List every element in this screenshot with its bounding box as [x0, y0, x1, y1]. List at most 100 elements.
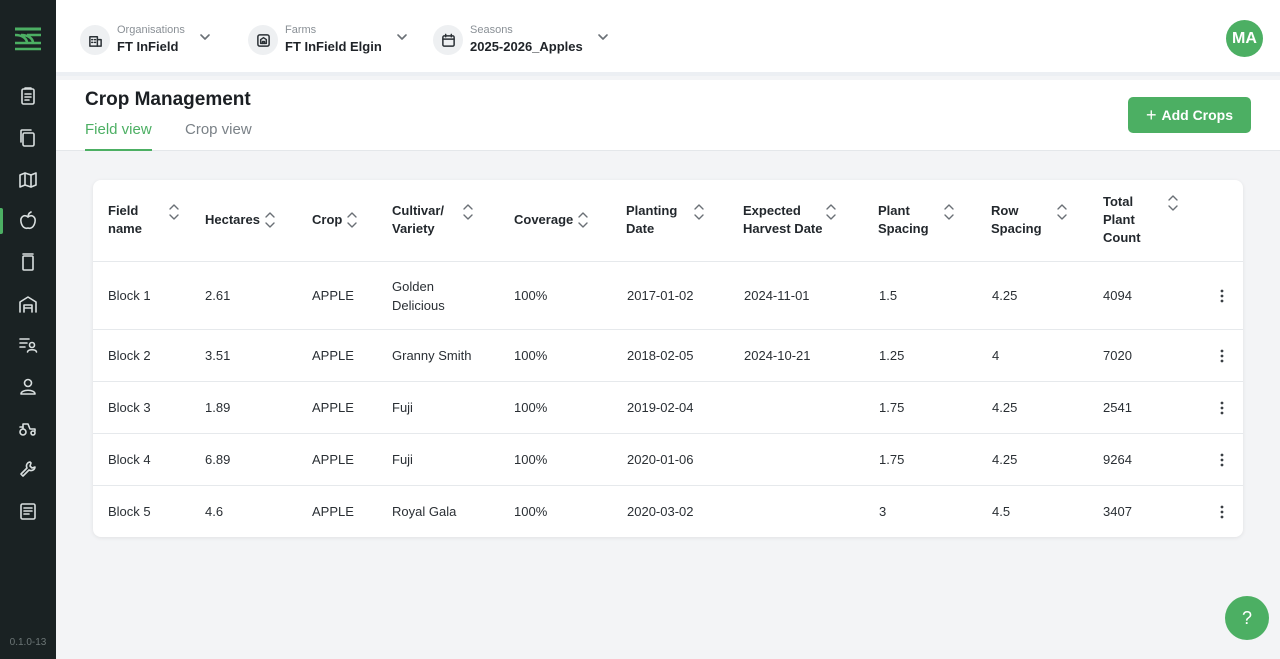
cell-hectares: 6.89	[205, 452, 231, 467]
cell-planting-date: 2019-02-04	[627, 400, 694, 415]
cell-plant-count: 7020	[1103, 348, 1132, 363]
nav-records[interactable]	[0, 121, 56, 155]
cell-plant-spacing: 1.75	[879, 400, 905, 415]
column-header-planting-date[interactable]: Planting Date	[626, 202, 705, 238]
farm-label: Farms	[285, 24, 317, 36]
report-icon	[20, 503, 36, 520]
tab-crop-view[interactable]: Crop view	[185, 121, 252, 151]
sort-icon	[943, 203, 955, 221]
chevron-down-icon	[396, 30, 408, 42]
sort-icon	[264, 211, 276, 229]
building-icon	[80, 25, 110, 55]
cell-cultivar: Fuji	[392, 452, 413, 467]
calendar-icon	[433, 25, 463, 55]
top-bar: Organisations FT InField Farms FT InFiel…	[56, 0, 1280, 76]
sort-icon	[462, 203, 474, 221]
cell-coverage: 100%	[514, 452, 548, 467]
nav-people[interactable]	[0, 370, 56, 404]
apple-icon	[20, 211, 36, 230]
farm-selector[interactable]: Farms FT InField Elgin	[248, 20, 408, 60]
cell-row-spacing: 4.25	[992, 288, 1018, 303]
column-header-hectares[interactable]: Hectares	[205, 211, 276, 229]
sort-icon	[693, 203, 705, 221]
cell-field-name: Block 4	[108, 452, 151, 467]
cell-crop: APPLE	[312, 348, 354, 363]
column-header-crop[interactable]: Crop	[312, 211, 358, 229]
cell-cultivar: Granny Smith	[392, 348, 472, 363]
wrench-icon	[20, 461, 36, 477]
crop-table: Field name Hectares Crop Cultivar/Variety…	[93, 180, 1243, 537]
table-row[interactable]: Block 3 1.89 APPLE Fuji 100% 2019-02-04 …	[93, 382, 1243, 434]
column-header-total-plant-count[interactable]: Total Plant Count	[1103, 193, 1179, 247]
nav-maintenance[interactable]	[0, 452, 56, 486]
cell-coverage: 100%	[514, 288, 548, 303]
season-value: 2025-2026_Apples	[470, 39, 583, 54]
cell-plant-count: 4094	[1103, 288, 1132, 303]
clipboard-icon	[21, 87, 35, 105]
chevron-down-icon	[199, 30, 211, 42]
cell-cultivar: Royal Gala	[392, 504, 457, 519]
sort-icon	[346, 211, 358, 229]
tab-field-view[interactable]: Field view	[85, 121, 152, 151]
app-version: 0.1.0-13	[9, 637, 47, 648]
avatar[interactable]: MA	[1226, 20, 1263, 57]
page-header: Crop Management Field view Crop view + A…	[56, 80, 1280, 151]
sidebar: 0.1.0-13	[0, 0, 56, 659]
cell-row-spacing: 4.25	[992, 452, 1018, 467]
nav-tasks[interactable]	[0, 79, 56, 113]
nav-infrastructure[interactable]	[0, 287, 56, 321]
organisation-label: Organisations	[117, 24, 185, 36]
season-selector[interactable]: Seasons 2025-2026_Apples	[433, 20, 609, 60]
cell-hectares: 2.61	[205, 288, 231, 303]
help-button[interactable]: ?	[1225, 596, 1269, 640]
cell-crop: APPLE	[312, 504, 354, 519]
cell-field-name: Block 2	[108, 348, 151, 363]
cell-coverage: 100%	[514, 348, 548, 363]
organisation-selector[interactable]: Organisations FT InField	[80, 20, 211, 60]
tractor-icon	[19, 423, 36, 436]
column-header-expected-harvest[interactable]: Expected Harvest Date	[743, 202, 837, 238]
more-options-icon[interactable]	[1215, 486, 1229, 537]
cell-plant-count: 2541	[1103, 400, 1132, 415]
cell-planting-date: 2020-03-02	[627, 504, 694, 519]
season-label: Seasons	[470, 24, 513, 36]
cell-crop: APPLE	[312, 288, 354, 303]
more-options-icon[interactable]	[1215, 262, 1229, 329]
nav-team-lists[interactable]	[0, 328, 56, 362]
column-header-cultivar[interactable]: Cultivar/Variety	[392, 202, 474, 238]
cell-row-spacing: 4	[992, 348, 1000, 363]
cell-plant-spacing: 1.75	[879, 452, 905, 467]
column-header-plant-spacing[interactable]: Plant Spacing	[878, 202, 955, 238]
table-row[interactable]: Block 1 2.61 APPLE Golden Delicious 100% …	[93, 262, 1243, 330]
nav-crop-management[interactable]	[0, 204, 56, 238]
nav-map[interactable]	[0, 163, 56, 197]
more-options-icon[interactable]	[1215, 382, 1229, 433]
table-row[interactable]: Block 2 3.51 APPLE Granny Smith 100% 201…	[93, 330, 1243, 382]
cell-plant-count: 9264	[1103, 452, 1132, 467]
cell-field-name: Block 1	[108, 288, 151, 303]
table-header: Field name Hectares Crop Cultivar/Variety…	[93, 180, 1243, 262]
nav-equipment[interactable]	[0, 411, 56, 445]
column-header-coverage[interactable]: Coverage	[514, 211, 589, 229]
copy-icon	[20, 129, 35, 147]
table-row[interactable]: Block 5 4.6 APPLE Royal Gala 100% 2020-0…	[93, 486, 1243, 537]
table-row[interactable]: Block 4 6.89 APPLE Fuji 100% 2020-01-06 …	[93, 434, 1243, 486]
cell-row-spacing: 4.5	[992, 504, 1011, 519]
map-icon	[19, 172, 37, 188]
cell-hectares: 3.51	[205, 348, 231, 363]
cell-planting-date: 2020-01-06	[627, 452, 694, 467]
more-options-icon[interactable]	[1215, 330, 1229, 381]
cell-plant-spacing: 1.5	[879, 288, 898, 303]
sort-icon	[1167, 194, 1179, 212]
list-user-icon	[19, 338, 38, 353]
nav-reports[interactable]	[0, 494, 56, 528]
farm-value: FT InField Elgin	[285, 39, 382, 54]
nav-inventory[interactable]	[0, 245, 56, 279]
user-icon	[20, 378, 36, 395]
more-options-icon[interactable]	[1215, 434, 1229, 485]
column-header-field-name[interactable]: Field name	[108, 202, 180, 238]
logo-icon[interactable]	[14, 26, 42, 52]
column-header-row-spacing[interactable]: Row Spacing	[991, 202, 1068, 238]
cell-planting-date: 2018-02-05	[627, 348, 694, 363]
add-crops-button[interactable]: + Add Crops	[1128, 97, 1251, 133]
